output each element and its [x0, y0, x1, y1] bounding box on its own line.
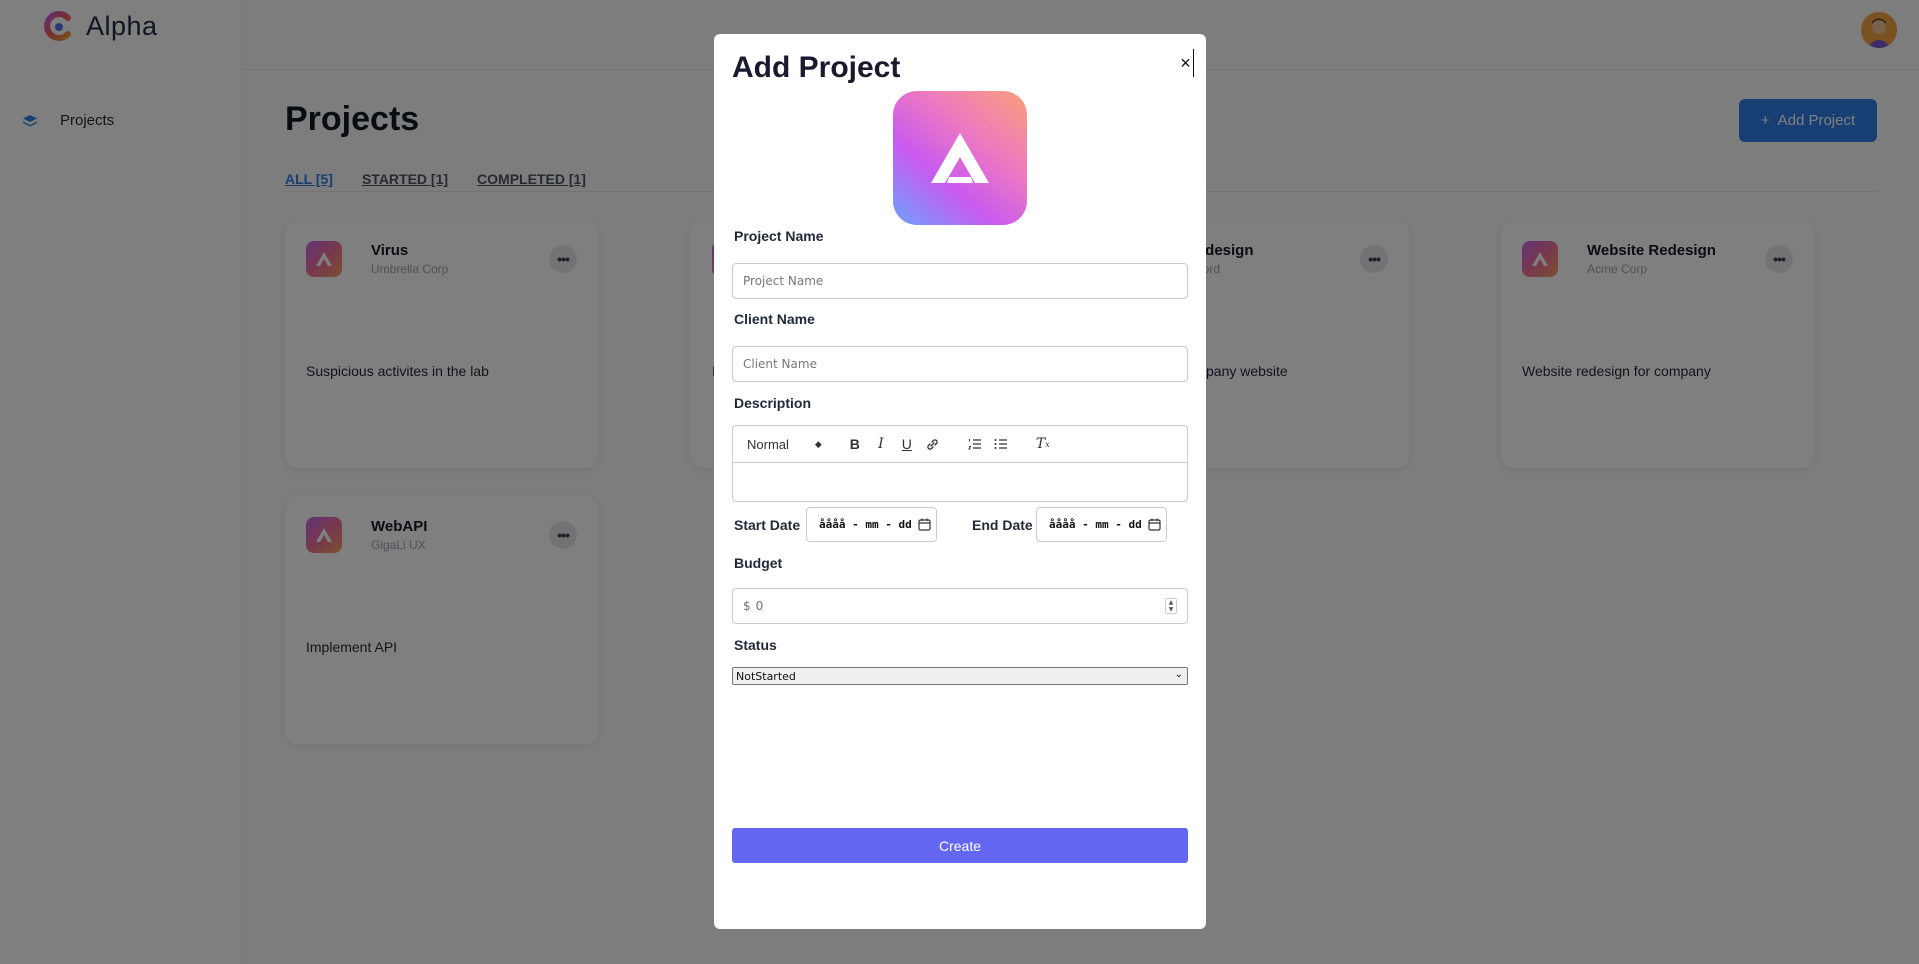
budget-input[interactable]: $ 0 ▲ ▼: [732, 588, 1188, 624]
status-label: Status: [734, 637, 777, 653]
add-project-modal: Add Project × Project Name Client Name D…: [714, 34, 1206, 929]
calendar-icon[interactable]: [1148, 518, 1161, 531]
updown-chevron-icon: ◆: [814, 438, 822, 449]
text-format-value: Normal: [747, 436, 789, 452]
italic-icon[interactable]: I: [872, 435, 890, 453]
currency-symbol: $: [743, 599, 751, 613]
ordered-list-icon[interactable]: [966, 435, 984, 453]
bullet-list-icon[interactable]: [992, 435, 1010, 453]
calendar-icon[interactable]: [918, 518, 931, 531]
chevron-down-icon: ⌄: [1174, 669, 1183, 680]
status-select[interactable]: NotStarted ⌄: [732, 667, 1188, 685]
alpha-a-icon: [931, 133, 989, 183]
start-date-input[interactable]: åååå - mm - dd: [806, 507, 937, 542]
create-button[interactable]: Create: [732, 828, 1188, 863]
bold-icon[interactable]: B: [846, 435, 864, 453]
close-icon[interactable]: ×: [1178, 49, 1194, 77]
modal-title: Add Project: [732, 51, 901, 84]
description-label: Description: [734, 395, 812, 411]
end-date-input[interactable]: åååå - mm - dd: [1036, 507, 1167, 542]
end-date-placeholder: åååå - mm - dd: [1049, 518, 1142, 531]
budget-value: 0: [755, 599, 764, 613]
rich-text-toolbar: Normal ◆ B I U Tx: [732, 425, 1188, 463]
clear-formatting-icon[interactable]: Tx: [1034, 435, 1052, 453]
underline-icon[interactable]: U: [898, 435, 916, 453]
budget-label: Budget: [734, 555, 783, 571]
project-image-upload[interactable]: [893, 91, 1027, 225]
project-name-label: Project Name: [734, 228, 824, 244]
text-format-select[interactable]: Normal ◆: [747, 437, 822, 452]
description-editor[interactable]: [732, 462, 1188, 502]
start-date-label: Start Date: [734, 517, 801, 533]
number-stepper[interactable]: ▲ ▼: [1165, 598, 1177, 614]
status-value: NotStarted: [736, 669, 796, 683]
start-date-placeholder: åååå - mm - dd: [819, 518, 912, 531]
client-name-label: Client Name: [734, 311, 815, 327]
end-date-label: End Date: [972, 517, 1033, 533]
client-name-input[interactable]: [732, 346, 1188, 382]
link-icon[interactable]: [924, 435, 942, 453]
project-name-input[interactable]: [732, 263, 1188, 299]
